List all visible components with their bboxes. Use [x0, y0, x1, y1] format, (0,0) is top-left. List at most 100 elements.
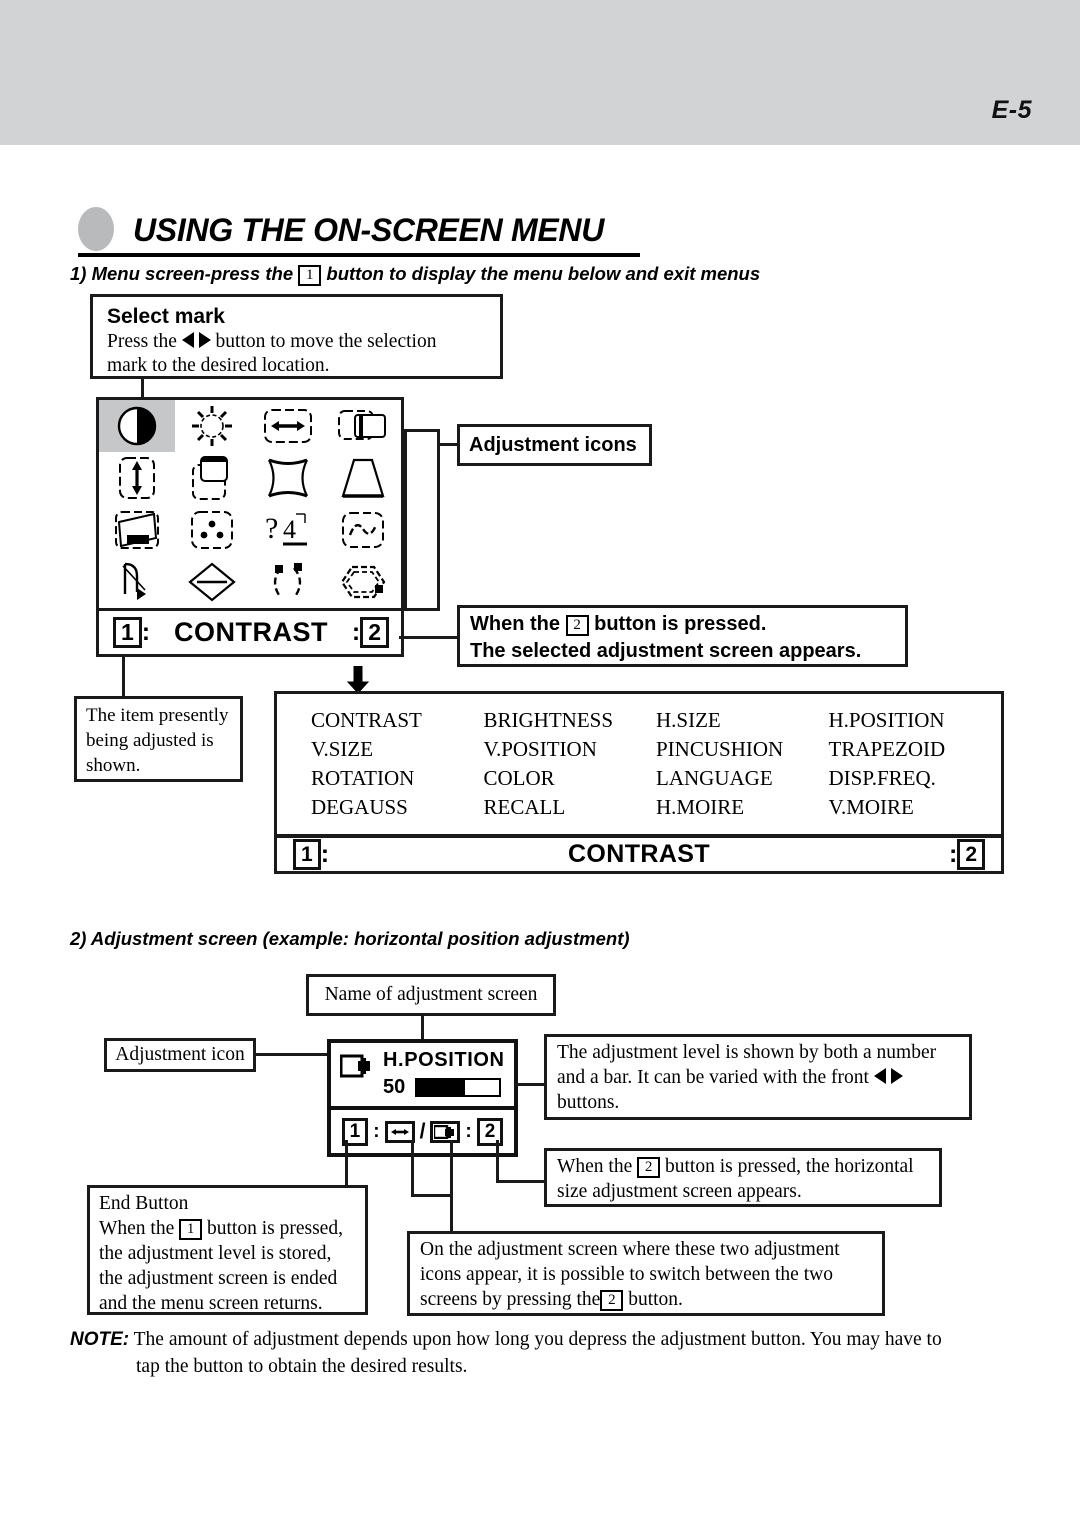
left-arrow-icon: [873, 1068, 886, 1084]
osd-icon-v-position[interactable]: [175, 452, 251, 504]
connector-icons-to-box: [437, 443, 459, 446]
menu-item[interactable]: COLOR: [484, 766, 657, 795]
connector-hpos-icon1-v: [411, 1140, 414, 1196]
connector-hpos-key1-v: [345, 1140, 348, 1188]
menu-item[interactable]: H.MOIRE: [656, 795, 829, 824]
menu-item[interactable]: RECALL: [484, 795, 657, 824]
when-button2-hsize-callout: When the 2 button is pressed, the horizo…: [544, 1148, 942, 1207]
connector-hpos-key2-h: [496, 1180, 548, 1183]
osd-icon-language[interactable]: ? 4: [250, 504, 326, 556]
name-of-screen-callout: Name of adjustment screen: [306, 974, 556, 1016]
menu-item[interactable]: TRAPEZOID: [829, 737, 1002, 766]
hpos-slash: /: [419, 1119, 426, 1143]
when2b-c: size adjustment screen appears.: [557, 1181, 802, 1202]
right-arrow-icon: [198, 332, 211, 348]
end-button-d: the adjustment screen is ended: [99, 1268, 338, 1289]
menu-item[interactable]: LANGUAGE: [656, 766, 829, 795]
menu-list-panel: CONTRAST BRIGHTNESS H.SIZE H.POSITION V.…: [274, 691, 1004, 874]
when-button2-callout: When the 2 button is pressed. The select…: [457, 605, 908, 667]
osd-icon-grid: ? 4: [99, 400, 401, 608]
contrast-icon: [117, 406, 156, 446]
menu-key-2[interactable]: 2: [957, 839, 985, 870]
osd-icon-pincushion[interactable]: [250, 452, 326, 504]
menu-selected-label: CONTRAST: [567, 840, 711, 868]
menu-item[interactable]: BRIGHTNESS: [484, 708, 657, 737]
select-mark-callout: Select mark Press the button to move the…: [90, 294, 503, 379]
osd-icon-h-moire[interactable]: [250, 556, 326, 608]
menu-key-1[interactable]: 1: [293, 839, 321, 870]
header-band: [0, 0, 1080, 145]
page-title: USING THE ON-SCREEN MENU: [133, 212, 605, 248]
down-arrow-icon: [346, 666, 370, 694]
adjustment-icon-callout: Adjustment icon: [104, 1038, 256, 1072]
osd-icon-rotation[interactable]: [99, 504, 175, 556]
osd-icon-v-moire[interactable]: [326, 556, 402, 608]
h-position-adjustment-screen: H.POSITION 50 1 : / : 2: [327, 1039, 518, 1157]
v-moire-icon: [340, 565, 386, 599]
title-underline: [78, 253, 640, 257]
osd-key-2[interactable]: 2: [360, 617, 389, 648]
menu-item[interactable]: DISP.FREQ.: [829, 766, 1002, 795]
key-2-glyph: 2: [637, 1157, 661, 1178]
connector-name-vert: [421, 1016, 424, 1040]
h-size-icon: [434, 1124, 455, 1139]
key-1-glyph: 1: [298, 265, 322, 286]
h-position-icon: [340, 1054, 370, 1078]
osd-icon-trapezoid[interactable]: [326, 452, 402, 504]
osd-footer: 1 : CONTRAST : 2: [99, 611, 401, 654]
end-button-a: When the: [99, 1218, 175, 1239]
osd-icon-degauss[interactable]: [99, 556, 175, 608]
hpos-colon-right: :: [465, 1120, 472, 1142]
h-size-icon: [263, 409, 312, 443]
menu-item[interactable]: ROTATION: [311, 766, 484, 795]
note-label: NOTE:: [70, 1329, 130, 1350]
note-line2: tap the button to obtain the desired res…: [136, 1356, 468, 1377]
hpos-level-bar[interactable]: [415, 1078, 501, 1097]
h-size-switch-icon[interactable]: [430, 1120, 461, 1143]
menu-item[interactable]: DEGAUSS: [311, 795, 484, 824]
osd-icon-disp-freq[interactable]: [326, 504, 402, 556]
osd-colon-right: :: [351, 618, 361, 646]
when2-line1a: When the: [470, 613, 560, 635]
menu-item[interactable]: CONTRAST: [311, 708, 484, 737]
osd-icon-brightness[interactable]: [175, 400, 251, 452]
hpos-level-bar-fill: [417, 1080, 465, 1095]
adjustment-icons-label: Adjustment icons: [469, 433, 637, 456]
osd-icon-recall[interactable]: [175, 556, 251, 608]
when2b-a: When the: [557, 1156, 633, 1177]
osd-icon-h-position[interactable]: [326, 400, 402, 452]
end-button-callout: End Button When the 1 button is pressed,…: [87, 1185, 368, 1315]
title-bullet-icon: [78, 207, 114, 251]
osd-icon-color[interactable]: [175, 504, 251, 556]
connector-icons-spine: [437, 429, 440, 611]
menu-item[interactable]: V.SIZE: [311, 737, 484, 766]
hpos-key-2[interactable]: 2: [476, 1117, 504, 1146]
step1-prefix: 1) Menu screen-press the: [70, 263, 294, 284]
connector-icons-bracket-top: [404, 429, 440, 432]
connector-hpos-bar: [515, 1083, 547, 1086]
key-2-glyph: 2: [600, 1290, 624, 1311]
select-mark-title: Select mark: [107, 305, 225, 328]
menu-panel-footer: 1 : CONTRAST : 2: [277, 838, 1001, 871]
menu-item[interactable]: PINCUSHION: [656, 737, 829, 766]
osd-icon-v-size[interactable]: [99, 452, 175, 504]
menu-item[interactable]: H.POSITION: [829, 708, 1002, 737]
menu-item[interactable]: H.SIZE: [656, 708, 829, 737]
hpos-icon-wrap: [340, 1053, 374, 1079]
degauss-icon: [122, 562, 146, 600]
end-button-title: End Button: [99, 1193, 189, 1214]
disp-freq-icon: [342, 512, 385, 548]
osd-selected-label: CONTRAST: [174, 617, 328, 647]
menu-item[interactable]: V.POSITION: [484, 737, 657, 766]
svg-text:4: 4: [283, 515, 296, 544]
connector-icons-bracket-bottom: [404, 608, 440, 611]
note-block: NOTE: The amount of adjustment depends u…: [70, 1326, 1030, 1380]
adjustment-icons-callout: Adjustment icons: [457, 424, 652, 466]
level-line-b: and a bar. It can be varied with the fro…: [557, 1067, 869, 1088]
osd-key-1[interactable]: 1: [113, 617, 142, 648]
osd-icon-contrast[interactable]: [99, 400, 175, 452]
osd-icon-h-size[interactable]: [250, 400, 326, 452]
menu-item[interactable]: V.MOIRE: [829, 795, 1002, 824]
connector-icons-vert: [404, 429, 407, 611]
h-position-icon: [338, 410, 387, 440]
